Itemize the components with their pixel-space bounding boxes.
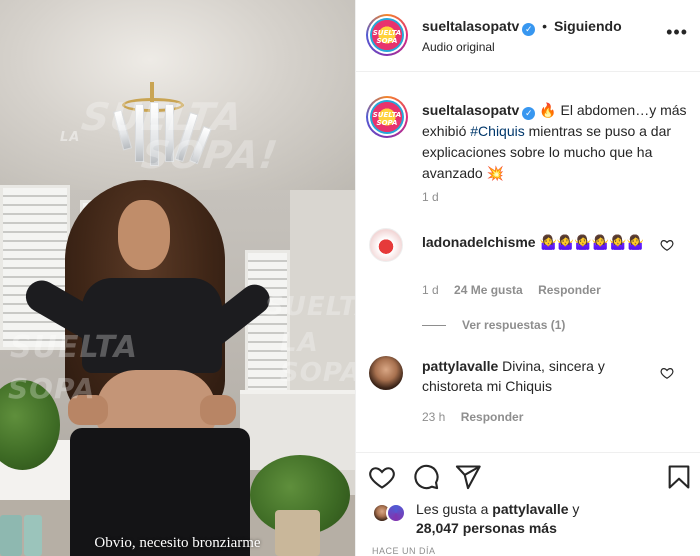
author-avatar[interactable]: SUELTA SOPA [366, 14, 408, 56]
suelta-la-sopa-logo: SUELTA SOPA [370, 18, 404, 52]
share-paper-plane-icon[interactable] [454, 463, 482, 491]
like-comment-heart-icon[interactable] [660, 366, 674, 380]
liker-username[interactable]: pattylavalle [492, 501, 568, 517]
verified-icon: ✓ [522, 107, 536, 120]
person-face [118, 200, 170, 270]
suelta-la-sopa-logo: SUELTA SOPA [370, 100, 404, 134]
watermark-logo: SUELTA [265, 292, 355, 322]
post-timestamp[interactable]: HACE UN DÍA [372, 546, 436, 556]
commenter-avatar[interactable] [369, 228, 403, 262]
comment-meta: 1 d 24 Me gusta Responder [422, 283, 613, 297]
likes-summary: Les gusta a pattylavalle y 28,047 person… [416, 500, 686, 538]
post-actions [368, 463, 693, 493]
commenter-avatar[interactable] [369, 356, 403, 390]
watermark-logo: LA SOPA [280, 328, 355, 388]
comment-time[interactable]: 1 d [422, 283, 439, 297]
separator-dot: • [542, 18, 548, 34]
comment: ladonadelchisme 🤷‍♀️🤷‍♀️🤷‍♀️🤷‍♀️🤷‍♀️🤷‍♀️ [422, 232, 657, 252]
likes-prefix: Les gusta a [416, 501, 493, 517]
caption-time[interactable]: 1 d [422, 190, 439, 204]
like-comment-heart-icon[interactable] [660, 238, 674, 252]
replies-line [422, 324, 446, 326]
watermark-logo: SUELTA [10, 330, 138, 365]
comment-username[interactable]: ladonadelchisme [422, 234, 536, 250]
watermark-logo: SOPA! [138, 133, 281, 177]
liker-avatar [386, 503, 406, 523]
comment: pattylavalle Divina, sincera y chistoret… [422, 356, 657, 396]
likes-joiner: y [568, 501, 580, 517]
post-sidebar: SUELTA SOPA sueltalasopatv ✓ • Siguiendo … [355, 0, 700, 556]
watermark-logo: SOPA [8, 372, 96, 405]
person-hand [200, 395, 236, 425]
likes-count[interactable]: 28,047 [416, 520, 459, 536]
reply-button[interactable]: Responder [461, 410, 524, 424]
reply-button[interactable]: Responder [538, 283, 601, 297]
post-header: sueltalasopatv ✓ • Siguiendo [422, 18, 622, 36]
comment-bubble-icon[interactable] [412, 463, 440, 491]
likes-suffix[interactable]: personas más [459, 520, 557, 536]
comment-likes[interactable]: 24 Me gusta [454, 283, 523, 297]
video-caption: Obvio, necesito bronziarme [94, 535, 261, 551]
author-username[interactable]: sueltalasopatv [422, 18, 519, 34]
save-bookmark-icon[interactable] [665, 463, 693, 491]
divider [356, 452, 700, 453]
comment-time[interactable]: 23 h [422, 410, 445, 424]
view-replies-button[interactable]: Ver respuestas (1) [422, 318, 565, 332]
more-options-icon[interactable]: ••• [666, 22, 688, 43]
comment-meta: 23 h Responder [422, 410, 535, 424]
audio-link[interactable]: Audio original [422, 40, 495, 54]
caption-username[interactable]: sueltalasopatv [422, 102, 519, 118]
view-replies-label: Ver respuestas (1) [462, 318, 566, 332]
comment-text: 🤷‍♀️🤷‍♀️🤷‍♀️🤷‍♀️🤷‍♀️🤷‍♀️ [539, 234, 645, 250]
post-caption: sueltalasopatv ✓ 🔥 El abdomen…y más exhib… [422, 100, 692, 184]
follow-button[interactable]: Siguiendo [554, 18, 622, 34]
hashtag-link[interactable]: #Chiquis [470, 123, 524, 139]
likers-avatars[interactable] [372, 503, 412, 523]
comment-username[interactable]: pattylavalle [422, 358, 498, 374]
post-media[interactable]: SUELTA LA SOPA! SUELTA LA SOPA SUELTA SO… [0, 0, 355, 556]
like-heart-icon[interactable] [368, 463, 396, 491]
caption-author-avatar[interactable]: SUELTA SOPA [366, 96, 408, 138]
divider [356, 71, 700, 72]
verified-icon: ✓ [522, 23, 536, 36]
watermark-logo: LA [60, 130, 81, 145]
